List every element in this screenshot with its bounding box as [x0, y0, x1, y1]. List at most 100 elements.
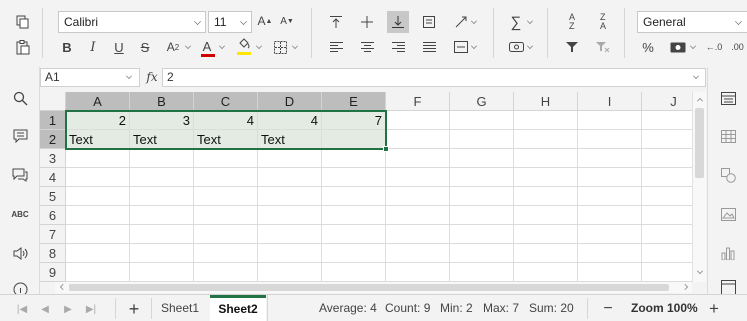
cell-i7[interactable] — [578, 225, 642, 244]
cell-d7[interactable] — [258, 225, 322, 244]
cell-b7[interactable] — [130, 225, 194, 244]
cell-e2[interactable] — [322, 130, 386, 149]
cell-g4[interactable] — [450, 168, 514, 187]
name-box[interactable]: A1 — [40, 68, 140, 87]
cell-c7[interactable] — [194, 225, 258, 244]
cell-e4[interactable] — [322, 168, 386, 187]
cell-h3[interactable] — [514, 149, 578, 168]
column-header-d[interactable]: D — [258, 92, 322, 111]
decrease-decimal-icon[interactable]: ←.0 — [703, 37, 725, 57]
spellcheck-icon[interactable]: ABC — [10, 204, 30, 224]
cell-g6[interactable] — [450, 206, 514, 225]
cell-g7[interactable] — [450, 225, 514, 244]
cell-d8[interactable] — [258, 244, 322, 263]
merge-cells-icon[interactable] — [451, 37, 471, 57]
cell-f7[interactable] — [386, 225, 450, 244]
cell-f8[interactable] — [386, 244, 450, 263]
cell-g9[interactable] — [450, 263, 514, 282]
align-center-icon[interactable] — [357, 37, 377, 57]
cell-e3[interactable] — [322, 149, 386, 168]
subscript-icon[interactable]: A2 — [162, 37, 184, 57]
sort-ascending-icon[interactable]: AZ — [562, 11, 582, 33]
cell-i4[interactable] — [578, 168, 642, 187]
cell-g3[interactable] — [450, 149, 514, 168]
cell-c6[interactable] — [194, 206, 258, 225]
cell-a8[interactable] — [66, 244, 130, 263]
column-header-a[interactable]: A — [66, 92, 130, 111]
align-top-icon[interactable] — [326, 12, 346, 32]
cell-f9[interactable] — [386, 263, 450, 282]
cell-f6[interactable] — [386, 206, 450, 225]
cell-g8[interactable] — [450, 244, 514, 263]
cell-h6[interactable] — [514, 206, 578, 225]
strikethrough-icon[interactable]: S — [136, 37, 154, 57]
image-icon[interactable] — [718, 204, 738, 224]
cell-i8[interactable] — [578, 244, 642, 263]
search-icon[interactable] — [10, 88, 30, 108]
cell-e8[interactable] — [322, 244, 386, 263]
formula-input[interactable]: 2 — [162, 68, 706, 87]
cell-h4[interactable] — [514, 168, 578, 187]
cell-e6[interactable] — [322, 206, 386, 225]
cell-f2[interactable] — [386, 130, 450, 149]
cell-f3[interactable] — [386, 149, 450, 168]
font-color-icon[interactable]: A — [198, 36, 216, 57]
first-sheet-icon[interactable]: |◀ — [14, 301, 30, 317]
cell-h8[interactable] — [514, 244, 578, 263]
cell-c4[interactable] — [194, 168, 258, 187]
number-format-dropdown[interactable]: General — [637, 11, 747, 33]
pivot-icon[interactable] — [718, 280, 738, 294]
cell-i2[interactable] — [578, 130, 642, 149]
cell-b8[interactable] — [130, 244, 194, 263]
vertical-scroll-thumb[interactable] — [695, 108, 704, 178]
cell-b1[interactable]: 3 — [130, 111, 194, 130]
cell-e9[interactable] — [322, 263, 386, 282]
borders-icon[interactable] — [271, 37, 289, 57]
chart-icon[interactable] — [718, 243, 738, 263]
horizontal-scroll-thumb[interactable] — [69, 284, 669, 291]
cell-d4[interactable] — [258, 168, 322, 187]
cell-d1[interactable]: 4 — [258, 111, 322, 130]
cell-h1[interactable] — [514, 111, 578, 130]
fill-handle[interactable] — [383, 146, 389, 152]
row-header-8[interactable]: 8 — [40, 244, 66, 263]
cell-c5[interactable] — [194, 187, 258, 206]
cell-i9[interactable] — [578, 263, 642, 282]
cell-b6[interactable] — [130, 206, 194, 225]
cell-h5[interactable] — [514, 187, 578, 206]
cell-c8[interactable] — [194, 244, 258, 263]
cell-i3[interactable] — [578, 149, 642, 168]
justify-icon[interactable] — [419, 37, 439, 57]
cell-settings-icon[interactable] — [718, 88, 738, 108]
currency-format-icon[interactable] — [506, 37, 526, 57]
next-sheet-icon[interactable]: ▶ — [60, 301, 76, 317]
shape-icon[interactable] — [718, 165, 738, 185]
underline-icon[interactable]: U — [110, 37, 128, 57]
add-sheet-icon[interactable]: + — [125, 299, 143, 319]
column-header-i[interactable]: I — [578, 92, 642, 111]
cell-a4[interactable] — [66, 168, 130, 187]
speaker-icon[interactable] — [10, 243, 30, 263]
sum-icon[interactable]: ∑ — [506, 12, 526, 32]
cell-g2[interactable] — [450, 130, 514, 149]
cell-f4[interactable] — [386, 168, 450, 187]
cell-c1[interactable]: 4 — [194, 111, 258, 130]
cell-c2[interactable]: Text — [194, 130, 258, 149]
column-header-h[interactable]: H — [514, 92, 578, 111]
column-header-c[interactable]: C — [194, 92, 258, 111]
sheet-tab-sheet1[interactable]: Sheet1 — [152, 295, 208, 321]
select-all-corner[interactable] — [40, 92, 66, 111]
row-header-2[interactable]: 2 — [40, 130, 66, 149]
column-header-g[interactable]: G — [450, 92, 514, 111]
cell-b9[interactable] — [130, 263, 194, 282]
cell-a9[interactable] — [66, 263, 130, 282]
cell-a7[interactable] — [66, 225, 130, 244]
font-name-dropdown[interactable]: Calibri — [58, 11, 206, 33]
row-header-3[interactable]: 3 — [40, 149, 66, 168]
cell-a6[interactable] — [66, 206, 130, 225]
cell-d5[interactable] — [258, 187, 322, 206]
cell-a5[interactable] — [66, 187, 130, 206]
row-header-6[interactable]: 6 — [40, 206, 66, 225]
cell-h9[interactable] — [514, 263, 578, 282]
font-size-dropdown[interactable]: 11 — [208, 11, 252, 33]
